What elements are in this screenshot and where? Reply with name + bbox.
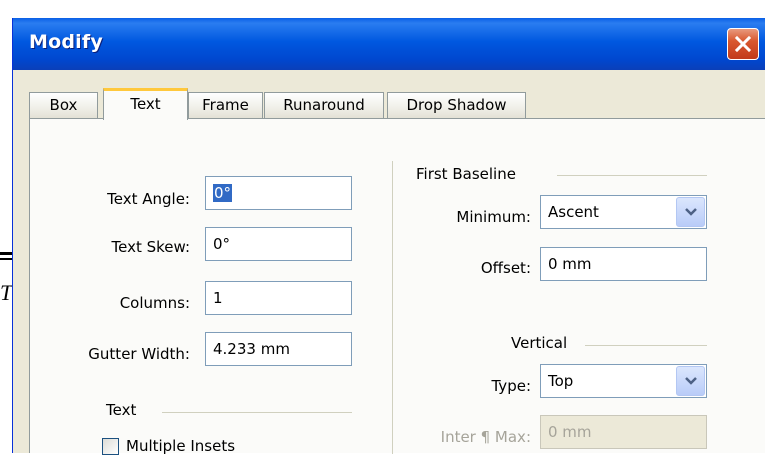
- title-bar[interactable]: Modify: [13, 18, 765, 70]
- tab-text[interactable]: Text: [103, 88, 188, 120]
- tab-panel-text: Text Angle: 0° Text Skew: 0° Columns: 1 …: [29, 118, 765, 455]
- close-button[interactable]: [727, 28, 759, 60]
- dialog-title: Modify: [29, 31, 103, 53]
- minimum-select[interactable]: Ascent: [540, 195, 707, 229]
- inter-max-input: 0 mm: [540, 415, 707, 449]
- chevron-down-icon: [685, 208, 697, 216]
- multiple-insets-checkbox[interactable]: [102, 438, 119, 455]
- tab-runaround[interactable]: Runaround: [264, 92, 384, 118]
- first-baseline-label: First Baseline: [416, 165, 516, 183]
- columns-label: Columns:: [119, 294, 190, 312]
- tab-strip: Box Text Frame Runaround Drop Shadow: [29, 88, 765, 120]
- text-angle-value: 0°: [213, 184, 233, 202]
- offset-label: Offset:: [480, 259, 531, 277]
- offset-input[interactable]: 0 mm: [540, 247, 707, 281]
- gutter-width-input[interactable]: 4.233 mm: [205, 332, 352, 366]
- text-angle-label: Text Angle:: [107, 190, 190, 208]
- group-divider: [557, 175, 707, 176]
- background-rule: [0, 258, 12, 260]
- text-group-label: Text: [106, 401, 137, 419]
- text-angle-input[interactable]: 0°: [205, 176, 352, 210]
- group-divider: [585, 345, 707, 346]
- close-icon: [734, 35, 752, 53]
- column-divider: [392, 161, 393, 454]
- background-rule: [0, 252, 12, 255]
- tab-frame[interactable]: Frame: [188, 92, 263, 118]
- chevron-down-icon: [685, 377, 697, 385]
- vertical-label: Vertical: [511, 334, 568, 352]
- tab-box[interactable]: Box: [29, 92, 98, 118]
- text-skew-input[interactable]: 0°: [205, 227, 352, 261]
- modify-dialog: Modify Box Text Frame Runaround Drop Sha…: [12, 18, 765, 455]
- background-glyph: T: [0, 280, 12, 305]
- minimum-label: Minimum:: [456, 208, 531, 226]
- type-select[interactable]: Top: [540, 364, 707, 398]
- inter-max-label: Inter ¶ Max:: [440, 428, 531, 446]
- tab-drop-shadow[interactable]: Drop Shadow: [387, 92, 526, 118]
- gutter-width-label: Gutter Width:: [88, 345, 190, 363]
- background-document: T: [0, 0, 12, 453]
- type-value: Top: [548, 372, 574, 390]
- type-label: Type:: [491, 377, 531, 395]
- multiple-insets-label: Multiple Insets: [126, 437, 236, 455]
- text-skew-label: Text Skew:: [111, 238, 190, 256]
- group-divider: [162, 412, 352, 413]
- columns-input[interactable]: 1: [205, 281, 352, 315]
- minimum-dropdown-button[interactable]: [676, 197, 705, 227]
- type-dropdown-button[interactable]: [676, 366, 705, 396]
- minimum-value: Ascent: [548, 203, 599, 221]
